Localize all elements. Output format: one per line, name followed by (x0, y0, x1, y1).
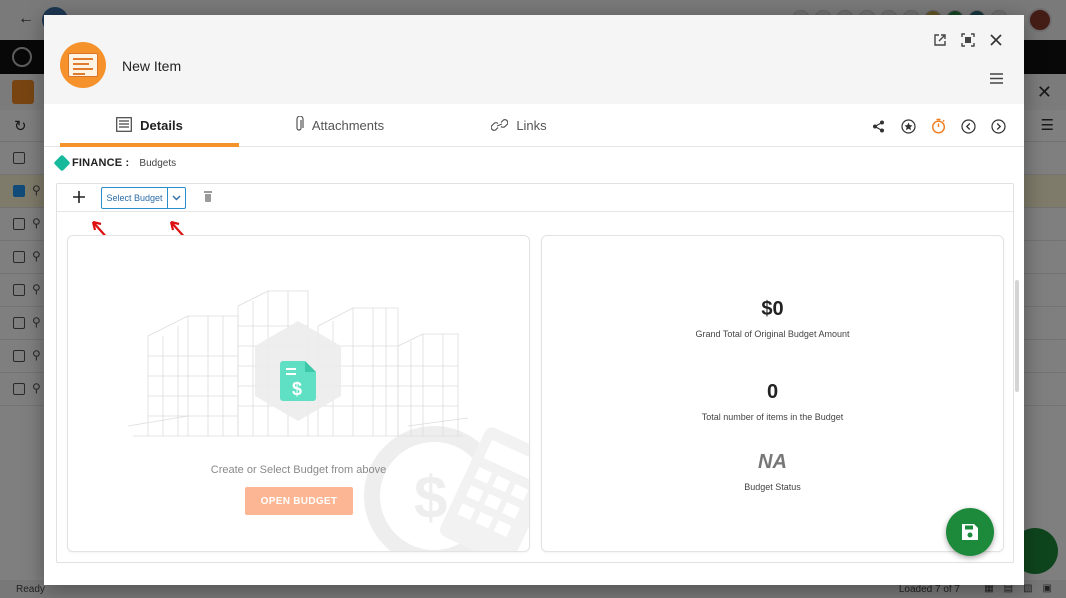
previous-icon[interactable] (958, 116, 978, 136)
close-icon[interactable] (986, 30, 1006, 50)
favorite-star-icon[interactable] (898, 116, 918, 136)
open-external-icon[interactable] (930, 30, 950, 50)
maximize-icon[interactable] (958, 30, 978, 50)
item-count-value: 0 (766, 381, 779, 403)
breadcrumb-module[interactable]: FINANCE : (72, 157, 129, 169)
hamburger-menu-icon[interactable] (986, 68, 1006, 88)
budget-status-value: NA (758, 451, 787, 473)
breadcrumb: FINANCE : Budgets (53, 154, 177, 172)
budget-status-label: Budget Status (744, 482, 801, 492)
chevron-down-icon[interactable] (168, 188, 185, 208)
budget-panel: Select Budget $ $ Create or Select Budge… (56, 183, 1014, 563)
share-icon[interactable] (868, 116, 888, 136)
tab-details[interactable]: Details (60, 104, 239, 147)
paperclip-icon (294, 115, 304, 135)
grand-total-label: Grand Total of Original Budget Amount (695, 329, 850, 339)
budget-empty-state-card: $ $ Create or Select Budget from above O… (67, 235, 530, 552)
finance-icon (53, 154, 71, 172)
tab-label: Attachments (311, 118, 385, 133)
save-icon (962, 524, 978, 540)
budget-document-icon: $ (280, 361, 316, 401)
budget-status-stat: NA Budget Status (542, 451, 1003, 492)
breadcrumb-page: Budgets (139, 157, 177, 169)
details-list-icon (116, 116, 133, 135)
timer-icon[interactable] (928, 116, 948, 136)
tab-links[interactable]: Links (464, 104, 574, 147)
link-icon (490, 118, 509, 134)
open-budget-button[interactable]: OPEN BUDGET (245, 487, 353, 515)
tab-bar: Details Attachments Links (44, 104, 1024, 147)
modal-title: New Item (122, 58, 182, 74)
select-budget-dropdown[interactable]: Select Budget (101, 187, 186, 209)
tab-attachments[interactable]: Attachments (264, 104, 414, 147)
item-count-label: Total number of items in the Budget (701, 412, 844, 422)
delete-budget-icon[interactable] (203, 190, 215, 204)
grand-total-value: $0 (761, 298, 784, 320)
tab-label: Details (140, 118, 183, 133)
grand-total-stat: $0 Grand Total of Original Budget Amount (542, 298, 1003, 339)
new-item-modal: New Item Details Attachments Links FINAN… (44, 15, 1024, 585)
save-button[interactable] (946, 508, 994, 556)
add-budget-button[interactable] (69, 187, 89, 207)
record-actions (868, 116, 1008, 136)
modal-header: New Item (44, 15, 1024, 104)
budget-toolbar: Select Budget (57, 184, 1013, 212)
next-icon[interactable] (988, 116, 1008, 136)
select-budget-label: Select Budget (102, 188, 168, 208)
budget-summary-card: $0 Grand Total of Original Budget Amount… (541, 235, 1004, 552)
svg-text:$: $ (292, 379, 302, 399)
app-logo-icon (60, 42, 106, 88)
item-count-stat: 0 Total number of items in the Budget (542, 381, 1003, 422)
tab-label: Links (516, 118, 547, 133)
modal-scrollbar[interactable] (1015, 280, 1019, 392)
empty-state-message: Create or Select Budget from above (210, 464, 387, 476)
